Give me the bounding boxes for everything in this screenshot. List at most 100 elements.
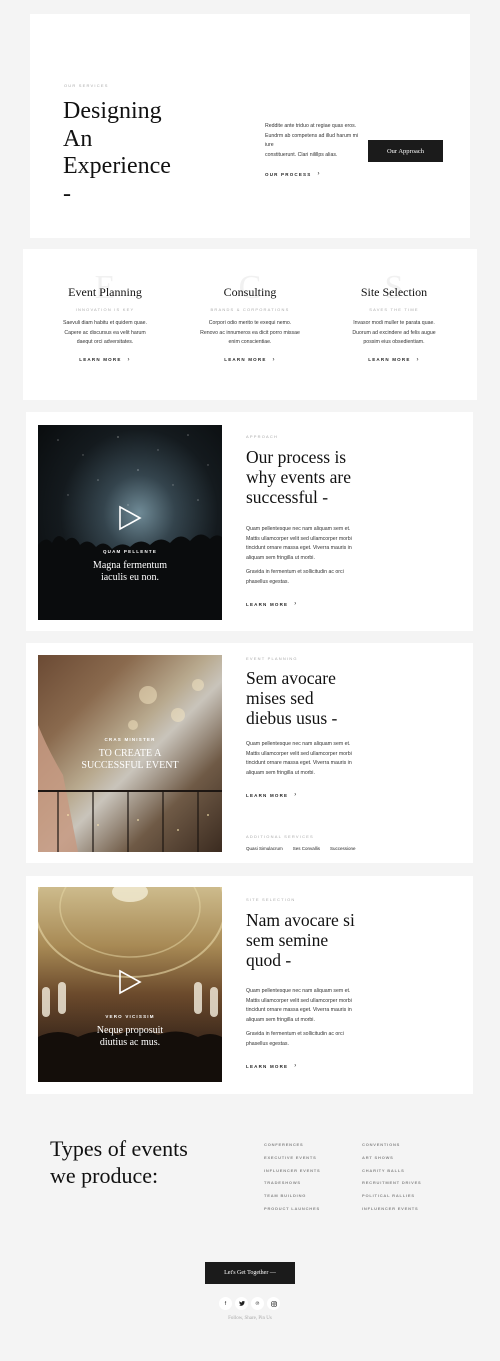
learn-more-link[interactable]: LEARN MORE › xyxy=(224,357,275,363)
site-title: Nam avocare si sem semine quod - xyxy=(246,910,355,970)
image-caption-line: SUCCESSFUL EVENT xyxy=(81,760,179,771)
hero-text: Reddite ante triduo at regiae quas eros.… xyxy=(265,122,365,160)
paragraph-line: Mattis ullamcorper velit sed ullamcorper… xyxy=(246,535,352,542)
image-overlay-text: VERO VICISSIM Neque proposuit diutius ac… xyxy=(38,1014,222,1049)
learn-more-link[interactable]: LEARN MORE › xyxy=(246,1063,297,1069)
chevron-right-icon: › xyxy=(416,356,420,363)
service-text-line: Invasor modi muller te parata quae. xyxy=(353,320,435,326)
chevron-right-icon: › xyxy=(294,601,298,607)
event-type-item: CONVENTIONS xyxy=(362,1142,401,1147)
learn-more-link[interactable]: LEARN MORE › xyxy=(368,357,419,363)
approach-paragraph-2: Gravida in fermentum et sollicitudin ac … xyxy=(246,568,344,587)
service-description: Saevuli diam habitu et quidem quae. Cape… xyxy=(45,319,165,348)
service-title: Event Planning xyxy=(68,285,142,299)
image-caption-line: Magna fermentum xyxy=(92,560,168,571)
event-type-item: INFLUENCER EVENTS xyxy=(362,1205,419,1211)
facebook-icon[interactable]: f xyxy=(219,1297,232,1310)
event-type-item: ART SHOWS xyxy=(362,1154,394,1160)
paragraph-line: tincidunt ornare massa eget. Viverra mau… xyxy=(246,545,352,551)
learn-more-link[interactable]: LEARN MORE › xyxy=(246,792,297,798)
paragraph-line: tincidunt ornare massa eget. Viverra mau… xyxy=(246,760,352,766)
site-paragraph-2: Gravida in fermentum et sollicitudin ac … xyxy=(246,1030,344,1049)
chevron-right-icon: › xyxy=(272,356,276,363)
planning-eyebrow: EVENT PLANNING xyxy=(246,656,298,661)
title-line: successful - xyxy=(246,487,329,507)
service-tag[interactable]: Successione xyxy=(330,846,356,851)
service-tag[interactable]: Quasi Simulacrum xyxy=(246,846,283,851)
service-subtitle: BRANDS & CORPORATIONS xyxy=(210,307,290,312)
title-line: Types of events xyxy=(50,1136,188,1161)
learn-more-link[interactable]: LEARN MORE › xyxy=(246,601,297,607)
hero-text-line: iure xyxy=(265,142,274,148)
paragraph-line: Gravida in fermentum et sollicitudin ac … xyxy=(246,569,344,575)
event-types-column-2: CONVENTIONS ART SHOWS CHARITY BALLS RECR… xyxy=(362,1139,422,1216)
play-icon[interactable] xyxy=(118,969,142,995)
site-eyebrow: SITE SELECTION xyxy=(246,897,296,902)
concert-image: QUAM PELLENTE Magna fermentum iaculis eu… xyxy=(38,425,222,620)
planning-title: Sem avocare mises sed diebus usus - xyxy=(246,668,337,728)
title-line: Sem avocare xyxy=(246,668,336,688)
service-text-line: Saevuli diam habitu et quidem quae. xyxy=(63,320,147,326)
lets-get-together-button[interactable]: Let's Get Together — xyxy=(205,1262,295,1284)
title-line: why events are xyxy=(246,467,351,487)
chevron-right-icon: › xyxy=(294,792,298,798)
hero-title-line: Experience xyxy=(63,153,171,179)
service-description: Invasor modi muller te parata quae. Duor… xyxy=(334,319,454,348)
paragraph-line: Gravida in fermentum et sollicitudin ac … xyxy=(246,1031,344,1037)
approach-paragraph: Quam pellentesque nec nam aliquam sem et… xyxy=(246,525,352,563)
service-subtitle: INNOVATION IS KEY xyxy=(75,307,135,312)
approach-title: Our process is why events are successful… xyxy=(246,447,351,507)
image-overlay-text: CRAS MINISTER TO CREATE A SUCCESSFUL EVE… xyxy=(38,737,222,772)
paragraph-line: phasellus egestas. xyxy=(246,578,289,585)
instagram-icon[interactable] xyxy=(267,1297,280,1310)
event-type-item: PRODUCT LAUNCHES xyxy=(264,1205,320,1211)
event-type-item: RECRUITMENT DRIVES xyxy=(362,1180,422,1186)
additional-services-label: ADDITIONAL SERVICES xyxy=(246,834,314,839)
title-line: sem semine xyxy=(246,930,329,950)
service-text-line: Capere ac discursus ea velit harum xyxy=(64,329,146,336)
service-event-planning: E Event Planning INNOVATION IS KEY Saevu… xyxy=(45,269,165,366)
play-icon[interactable] xyxy=(118,505,142,531)
chevron-right-icon: › xyxy=(127,356,131,363)
service-text-line: Duorum ad excindere ad felis augue xyxy=(352,329,436,336)
follow-text: Follow, Share, Pin Us xyxy=(228,1316,272,1321)
our-approach-button[interactable]: Our Approach xyxy=(368,140,443,162)
image-caption: Magna fermentum iaculis eu non. xyxy=(38,560,222,584)
title-line: Nam avocare si xyxy=(246,910,355,930)
hero-title-line: Designing xyxy=(63,98,162,124)
hero-eyebrow: OUR SERVICES xyxy=(64,83,109,88)
title-line: we produce: xyxy=(50,1163,159,1188)
service-text-line: Renovo ac innumeros ea dicit porro missa… xyxy=(200,329,300,336)
title-line: quod - xyxy=(246,950,292,970)
learn-more-label: LEARN MORE xyxy=(246,1063,289,1069)
hero-title-dash: - xyxy=(63,180,71,207)
twitter-icon[interactable] xyxy=(235,1297,248,1310)
learn-more-link[interactable]: LEARN MORE › xyxy=(79,357,130,363)
pinterest-icon[interactable]: ℗ xyxy=(251,1297,264,1310)
image-caption-line: diutius ac mus. xyxy=(99,1037,161,1048)
service-title: Consulting xyxy=(223,285,277,299)
image-kicker: CRAS MINISTER xyxy=(104,737,156,742)
title-line: mises sed xyxy=(246,688,314,708)
our-process-label: OUR PROCESS xyxy=(265,171,312,177)
hero-text-line: constituerunt. Clari nilillps alias. xyxy=(265,151,338,158)
image-kicker: VERO VICISSIM xyxy=(105,1014,155,1019)
event-type-item: EXECUTIVE EVENTS xyxy=(264,1154,317,1160)
image-kicker: QUAM PELLENTE xyxy=(102,549,158,554)
our-process-link[interactable]: OUR PROCESS › xyxy=(265,171,321,177)
title-line: diebus usus - xyxy=(246,708,338,728)
service-tag[interactable]: Ses Convallis xyxy=(293,846,320,851)
service-text-line: Corpori odio merito te exequi nemo. xyxy=(208,320,292,326)
hero-title-line: An xyxy=(63,125,93,152)
paragraph-line: tincidunt ornare massa eget. Viverra mau… xyxy=(246,1007,352,1013)
hero-title: Designing An Experience - xyxy=(63,98,171,208)
venue-image: CRAS MINISTER TO CREATE A SUCCESSFUL EVE… xyxy=(38,655,222,852)
paragraph-line: Mattis ullamcorper velit sed ullamcorper… xyxy=(246,997,352,1004)
service-consulting: C Consulting BRANDS & CORPORATIONS Corpo… xyxy=(190,269,310,366)
additional-services-tags: Quasi Simulacrum Ses Convallis Successio… xyxy=(246,846,356,851)
learn-more-label: LEARN MORE xyxy=(79,357,122,362)
service-title: Site Selection xyxy=(360,285,428,299)
chevron-right-icon: › xyxy=(317,171,321,177)
event-types-column-1: CONFERENCES EXECUTIVE EVENTS INFLUENCER … xyxy=(264,1139,321,1216)
approach-eyebrow: APPROACH xyxy=(246,434,279,439)
